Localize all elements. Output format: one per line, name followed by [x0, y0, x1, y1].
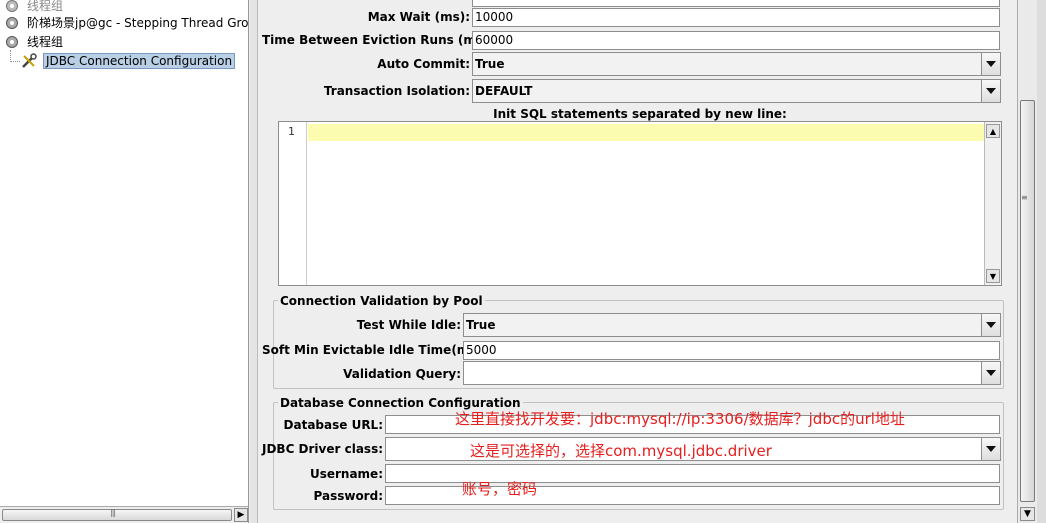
scrollbar-thumb[interactable]	[2, 509, 232, 521]
panel-vertical-scrollbar[interactable]: ≡ ▼	[1017, 0, 1037, 523]
max-wait-input[interactable]: 10000	[472, 8, 1000, 27]
auto-commit-value: True	[475, 57, 505, 71]
scroll-down-arrow-icon[interactable]: ▼	[1020, 507, 1035, 521]
tree-connector-line	[10, 50, 20, 62]
transaction-isolation-value: DEFAULT	[475, 84, 533, 98]
soft-min-idle-input[interactable]: 5000	[463, 341, 1000, 360]
wrench-icon	[20, 52, 40, 69]
test-while-idle-select[interactable]: True	[463, 313, 1001, 337]
chevron-down-icon[interactable]	[981, 362, 1000, 384]
max-wait-label: Max Wait (ms):	[367, 10, 470, 24]
test-plan-tree[interactable]: 线程组 阶梯场景jp@gc - Stepping Thread Group 线程…	[0, 0, 249, 523]
scroll-right-arrow-icon[interactable]: ▶	[234, 508, 248, 522]
scrollbar-grip-icon: |||	[110, 508, 116, 517]
test-while-idle-label: Test While Idle:	[356, 318, 461, 332]
scrollbar-thumb[interactable]	[1020, 100, 1035, 502]
chevron-down-icon[interactable]	[981, 314, 1000, 336]
annotation-url-note: 这里直接找开发要：jdbc:mysql://ip:3306/数据库？jdbc的u…	[455, 410, 905, 428]
tree-item-jdbc-connection-configuration[interactable]: JDBC Connection Configuration	[20, 51, 236, 70]
gear-icon	[2, 0, 22, 14]
chevron-down-icon[interactable]	[981, 53, 1000, 75]
line-number: 1	[288, 125, 295, 138]
scroll-up-arrow-icon[interactable]: ▲	[986, 124, 1000, 138]
tree-item-label: 线程组	[27, 35, 64, 49]
scrollbar-grip-icon: ≡	[1021, 193, 1028, 202]
auto-commit-label: Auto Commit:	[377, 57, 470, 71]
tree-item-label: 阶梯场景jp@gc - Stepping Thread Group	[27, 16, 249, 30]
gear-icon	[2, 15, 22, 31]
test-while-idle-value: True	[466, 318, 496, 332]
database-url-label: Database URL:	[283, 418, 383, 432]
jdbc-driver-class-label: JDBC Driver class:	[262, 442, 384, 456]
chevron-down-icon[interactable]	[981, 80, 1000, 102]
tree-item-label: JDBC Connection Configuration	[43, 52, 236, 69]
auto-commit-select[interactable]: True	[472, 52, 1001, 76]
window-edge	[1037, 0, 1046, 523]
scroll-down-arrow-icon[interactable]: ▼	[986, 269, 1000, 283]
annotation-credentials-note: 账号，密码	[462, 480, 538, 498]
username-label: Username:	[309, 467, 383, 481]
validation-query-label: Validation Query:	[343, 367, 461, 381]
clipped-field[interactable]	[472, 0, 1000, 7]
transaction-isolation-label: Transaction Isolation:	[323, 84, 470, 98]
line-number-gutter: 1	[279, 122, 307, 285]
password-label: Password:	[313, 489, 384, 503]
transaction-isolation-select[interactable]: DEFAULT	[472, 79, 1001, 103]
tree-item-label: 线程组	[27, 0, 64, 13]
init-sql-editor[interactable]: 1 ▲ ▼	[278, 121, 1002, 286]
current-line-highlight	[308, 124, 984, 141]
pane-splitter[interactable]	[250, 0, 258, 523]
annotation-driver-note: 这是可选择的，选择com.mysql.jdbc.driver	[470, 442, 772, 460]
validation-group-title: Connection Validation by Pool	[278, 294, 485, 308]
eviction-runs-input[interactable]: 60000	[472, 31, 1000, 50]
validation-query-select[interactable]	[463, 361, 1001, 385]
tree-item-stepping-thread-group[interactable]: 阶梯场景jp@gc - Stepping Thread Group	[2, 13, 249, 32]
sql-vertical-scrollbar[interactable]: ▲ ▼	[984, 122, 1001, 285]
soft-min-idle-label: Soft Min Evictable Idle Time(ms):	[262, 343, 487, 357]
gear-icon	[2, 34, 22, 50]
tree-horizontal-scrollbar[interactable]: ||| ▶	[0, 506, 248, 523]
chevron-down-icon[interactable]	[981, 438, 1000, 460]
tree-item-thread-group-2[interactable]: 线程组	[2, 32, 65, 51]
eviction-runs-label: Time Between Eviction Runs (ms):	[262, 33, 494, 47]
